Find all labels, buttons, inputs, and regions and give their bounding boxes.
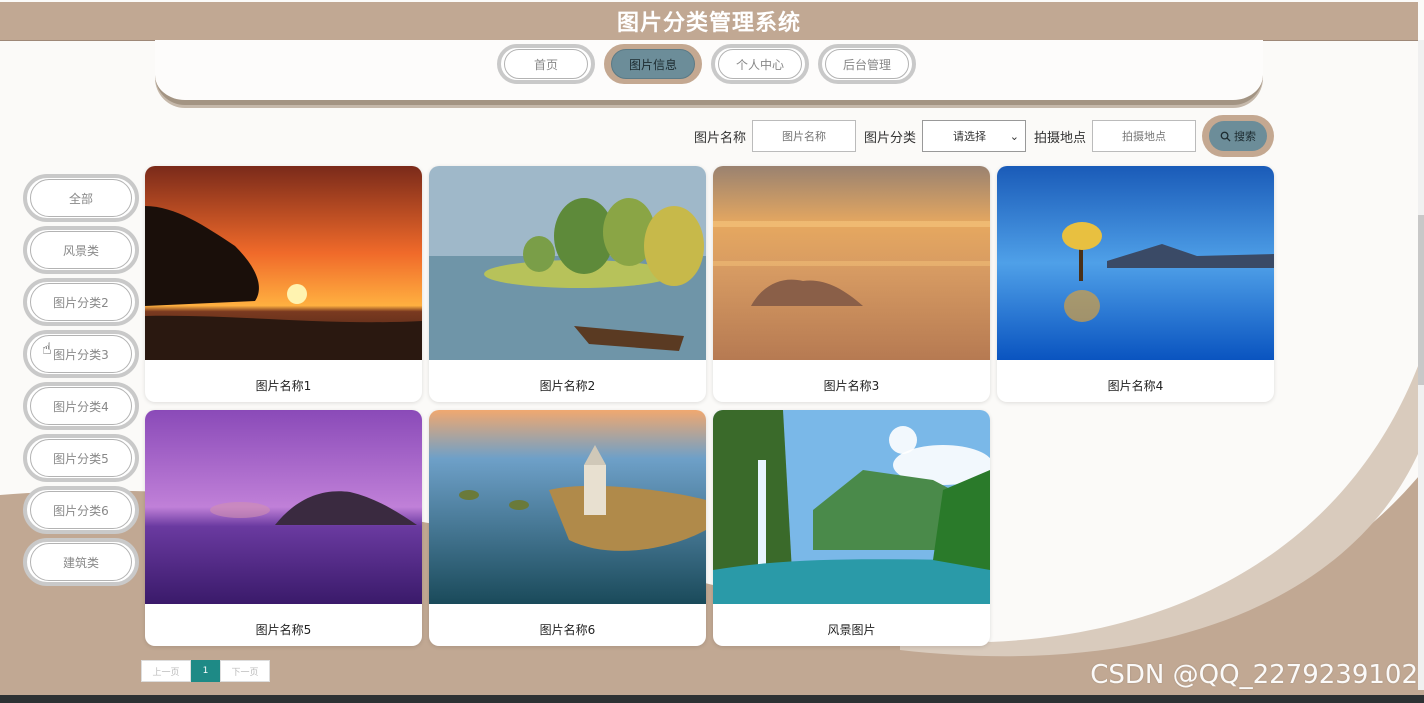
category-label: 图片分类5 xyxy=(30,439,132,477)
nav-admin[interactable]: 后台管理 xyxy=(818,44,916,84)
name-input[interactable] xyxy=(751,120,856,152)
page-number-button[interactable]: 1 xyxy=(191,660,220,682)
image-card[interactable]: 图片名称3 xyxy=(713,166,990,402)
category-2[interactable]: 图片分类2 xyxy=(23,278,139,326)
image-caption: 图片名称3 xyxy=(823,378,880,393)
name-label: 图片名称 xyxy=(693,130,746,146)
image-card[interactable]: 图片名称2 xyxy=(429,166,706,402)
nav-image-info-label: 图片信息 xyxy=(611,49,695,79)
image-island-castle-aerial xyxy=(429,410,706,604)
scrollbar-thumb[interactable] xyxy=(1418,215,1424,385)
image-sunset-beach xyxy=(145,166,422,360)
image-card[interactable]: 图片名称4 xyxy=(997,166,1274,402)
image-caption: 图片名称6 xyxy=(539,622,596,637)
image-lone-tree-lake xyxy=(997,166,1274,360)
nav-personal-center-label: 个人中心 xyxy=(718,49,802,79)
category-label: 图片分类4 xyxy=(30,387,132,425)
search-button[interactable]: 搜索 xyxy=(1202,115,1274,157)
category-scenery[interactable]: 风景类 xyxy=(23,226,139,274)
category-label: 图片分类 xyxy=(863,130,916,146)
image-grid: 图片名称1 图片名称2 图片名称3 图片名称4 图片名称5 图片名称6 风景图片 xyxy=(145,166,1274,646)
app-header: 图片分类管理系统 xyxy=(0,2,1418,41)
category-all[interactable]: 全部 xyxy=(23,174,139,222)
chevron-down-icon: ⌄ xyxy=(1009,129,1019,143)
image-caption: 图片名称5 xyxy=(255,622,312,637)
watermark-text: CSDN @QQ_2279239102 xyxy=(1090,660,1418,690)
category-4[interactable]: 图片分类4 xyxy=(23,382,139,430)
image-waterfall-valley xyxy=(713,410,990,604)
image-caption: 图片名称1 xyxy=(255,378,312,393)
image-card[interactable]: 图片名称5 xyxy=(145,410,422,646)
image-caption: 风景图片 xyxy=(827,622,876,637)
category-label: 风景类 xyxy=(30,231,132,269)
search-button-label: 搜索 xyxy=(1234,130,1256,143)
category-sidebar: 全部 风景类 图片分类2 图片分类3 图片分类4 图片分类5 图片分类6 建筑类 xyxy=(23,174,139,590)
next-page-button[interactable]: 下一页 xyxy=(220,660,270,682)
category-label: 全部 xyxy=(30,179,132,217)
category-label: 图片分类2 xyxy=(30,283,132,321)
category-architecture[interactable]: 建筑类 xyxy=(23,538,139,586)
category-3[interactable]: 图片分类3 xyxy=(23,330,139,378)
nav-home[interactable]: 首页 xyxy=(497,44,595,84)
app-title: 图片分类管理系统 xyxy=(616,11,801,36)
hand-cursor-icon: ☝ xyxy=(42,339,52,358)
image-card[interactable]: 图片名称1 xyxy=(145,166,422,402)
scrollbar[interactable] xyxy=(1418,40,1424,690)
category-select-value: 请选择 xyxy=(952,130,986,143)
image-card[interactable]: 图片名称6 xyxy=(429,410,706,646)
image-caption: 图片名称4 xyxy=(1107,378,1164,393)
pagination: 上一页 1 下一页 xyxy=(141,660,270,682)
image-card[interactable]: 风景图片 xyxy=(713,410,990,646)
image-caption: 图片名称2 xyxy=(539,378,596,393)
category-6[interactable]: 图片分类6 xyxy=(23,486,139,534)
location-input[interactable] xyxy=(1092,120,1196,152)
image-orange-sky-clouds xyxy=(713,166,990,360)
top-nav: 首页 图片信息 个人中心 后台管理 xyxy=(497,44,916,84)
location-label: 拍摄地点 xyxy=(1033,130,1086,146)
nav-home-label: 首页 xyxy=(504,49,588,79)
image-purple-sea-island xyxy=(145,410,422,604)
nav-admin-label: 后台管理 xyxy=(825,49,909,79)
category-5[interactable]: 图片分类5 xyxy=(23,434,139,482)
image-painted-lake-trees xyxy=(429,166,706,360)
category-label: 图片分类6 xyxy=(30,491,132,529)
category-select[interactable]: 请选择 ⌄ xyxy=(921,120,1026,152)
nav-personal-center[interactable]: 个人中心 xyxy=(711,44,809,84)
bottom-strip xyxy=(0,695,1424,703)
search-bar: 图片名称 图片分类 请选择 ⌄ 拍摄地点 搜索 xyxy=(686,115,1274,157)
search-icon xyxy=(1220,131,1231,142)
category-label: 建筑类 xyxy=(30,543,132,581)
nav-image-info[interactable]: 图片信息 xyxy=(604,44,702,84)
prev-page-button[interactable]: 上一页 xyxy=(141,660,191,682)
